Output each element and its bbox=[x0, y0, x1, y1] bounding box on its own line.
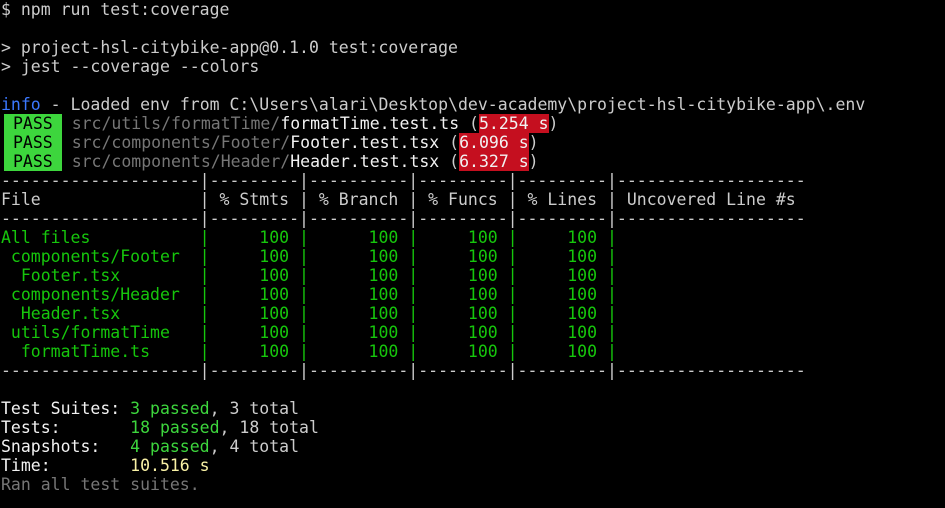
pass-badge: PASS bbox=[4, 133, 62, 152]
summary-time-value: 10.516 s bbox=[130, 456, 210, 475]
terminal-window[interactable]: $ npm run test:coverage > project-hsl-ci… bbox=[0, 0, 945, 508]
test-dir: src/components/Header/ bbox=[71, 152, 291, 171]
slow-time-badge: 6.096 s bbox=[459, 133, 529, 152]
coverage-row: Header.tsx | 100 | 100 | 100 | 100 | bbox=[1, 304, 806, 323]
summary-label: Test Suites: bbox=[1, 399, 131, 418]
coverage-row: components/Header | 100 | 100 | 100 | 10… bbox=[1, 285, 806, 304]
test-result-row: PASS src/utils/formatTime/formatTime.tes… bbox=[1, 114, 945, 133]
test-dir: src/components/Footer/ bbox=[71, 133, 291, 152]
slow-time-badge: 5.254 s bbox=[479, 114, 549, 133]
summary-tests: Tests: 18 passed, 18 total bbox=[1, 418, 945, 437]
coverage-row: formatTime.ts | 100 | 100 | 100 | 100 | bbox=[1, 342, 806, 361]
summary-passed: 3 passed bbox=[130, 399, 210, 418]
test-result-row: PASS src/components/Header/Header.test.t… bbox=[1, 152, 945, 171]
test-file: Header.test.tsx bbox=[290, 152, 440, 171]
summary-snapshots: Snapshots: 4 passed, 4 total bbox=[1, 437, 945, 456]
summary-total: , 18 total bbox=[219, 418, 319, 437]
summary-label: Tests: bbox=[1, 418, 131, 437]
coverage-separator: --------------------|---------|---------… bbox=[1, 171, 806, 190]
coverage-row: All files | 100 | 100 | 100 | 100 | bbox=[1, 228, 806, 247]
coverage-row: Footer.tsx | 100 | 100 | 100 | 100 | bbox=[1, 266, 806, 285]
info-tag: info bbox=[1, 95, 41, 114]
ran-all-message: Ran all test suites. bbox=[1, 475, 200, 494]
summary-total: , 3 total bbox=[209, 399, 300, 418]
coverage-row: components/Footer | 100 | 100 | 100 | 10… bbox=[1, 247, 806, 266]
summary-passed: 18 passed bbox=[130, 418, 220, 437]
info-line: info - Loaded env from C:\Users\alari\De… bbox=[1, 95, 945, 114]
summary-time: Time: 10.516 s bbox=[1, 456, 945, 475]
pass-badge: PASS bbox=[4, 152, 62, 171]
coverage-row: utils/formatTime | 100 | 100 | 100 | 100… bbox=[1, 323, 806, 342]
summary-label: Snapshots: bbox=[1, 437, 131, 456]
info-message: - Loaded env from C:\Users\alari\Desktop… bbox=[40, 95, 866, 114]
test-result-row: PASS src/components/Footer/Footer.test.t… bbox=[1, 133, 945, 152]
test-file: Footer.test.tsx bbox=[290, 133, 440, 152]
script-header: > project-hsl-citybike-app@0.1.0 test:co… bbox=[1, 38, 458, 57]
slow-time-badge: 6.327 s bbox=[459, 152, 529, 171]
pass-badge: PASS bbox=[4, 114, 62, 133]
coverage-separator: --------------------|---------|---------… bbox=[1, 209, 806, 228]
test-dir: src/utils/formatTime/ bbox=[71, 114, 281, 133]
summary-total: , 4 total bbox=[209, 437, 300, 456]
coverage-separator: --------------------|---------|---------… bbox=[1, 361, 806, 380]
summary-label: Time: bbox=[1, 456, 131, 475]
test-file: formatTime.test.ts bbox=[280, 114, 460, 133]
summary-passed: 4 passed bbox=[130, 437, 210, 456]
coverage-header: File | % Stmts | % Branch | % Funcs | % … bbox=[1, 190, 806, 209]
script-command: > jest --coverage --colors bbox=[1, 57, 260, 76]
command-line: $ npm run test:coverage bbox=[1, 0, 230, 19]
summary-suites: Test Suites: 3 passed, 3 total bbox=[1, 399, 945, 418]
